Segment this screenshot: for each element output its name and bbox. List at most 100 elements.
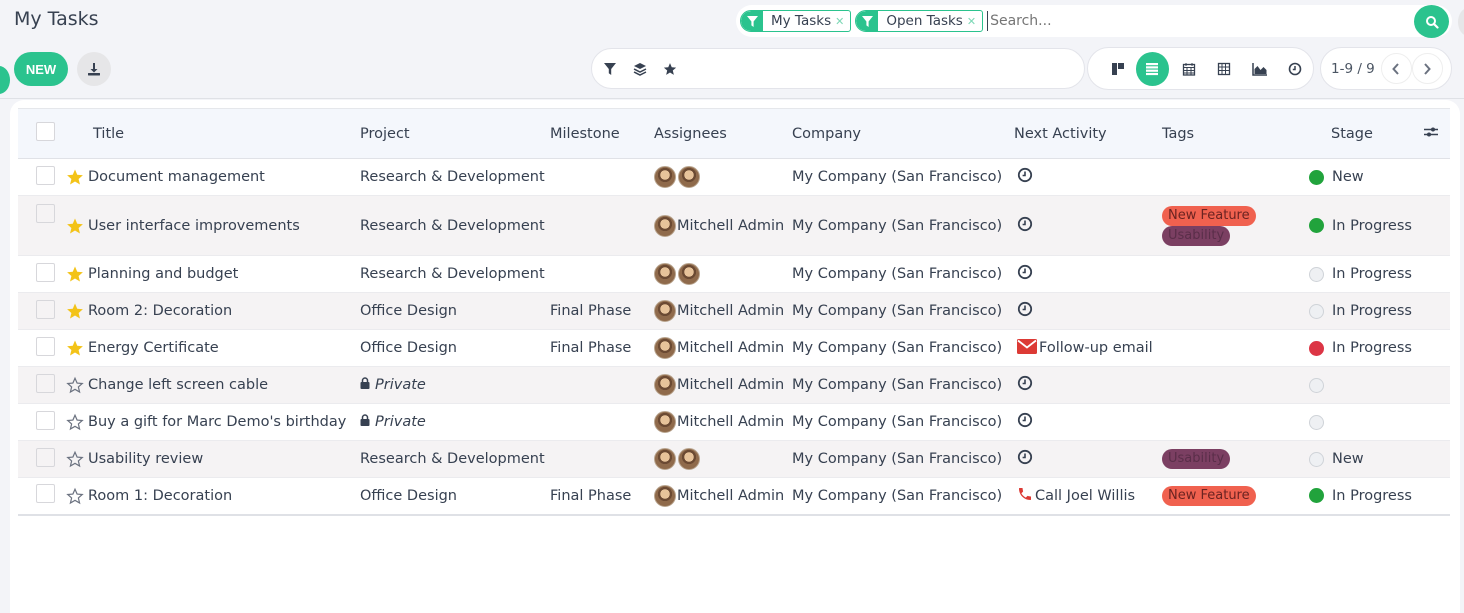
- row-checkbox[interactable]: [36, 165, 55, 185]
- row-checkbox[interactable]: [36, 262, 55, 282]
- group-by-layers-icon[interactable]: [632, 61, 648, 77]
- table-row[interactable]: Change left screen cable Private Mitchel…: [18, 366, 1450, 404]
- row-checkbox[interactable]: [36, 299, 55, 319]
- star-filled-icon[interactable]: [66, 265, 84, 283]
- next-activity-cell[interactable]: [1014, 366, 1162, 404]
- status-dot[interactable]: [1309, 266, 1324, 282]
- clock-icon[interactable]: [1017, 264, 1033, 284]
- star-filled-icon[interactable]: [66, 168, 84, 186]
- star-filled-icon[interactable]: [66, 302, 84, 320]
- next-activity-cell[interactable]: [1014, 403, 1162, 441]
- filter-icon[interactable]: [602, 61, 618, 77]
- status-dot[interactable]: [1309, 414, 1324, 430]
- envelope-icon[interactable]: [1017, 338, 1037, 358]
- table-row[interactable]: Room 1: Decoration Office Design Final P…: [18, 477, 1450, 516]
- assignees-cell[interactable]: Mitchell Admin: [654, 477, 792, 516]
- column-header-company[interactable]: Company: [792, 108, 1014, 159]
- facet-my-tasks[interactable]: My Tasks ✕: [740, 10, 852, 32]
- clock-icon[interactable]: [1017, 375, 1033, 395]
- column-header-stage[interactable]: Stage: [1308, 108, 1450, 159]
- table-row[interactable]: Room 2: Decoration Office Design Final P…: [18, 292, 1450, 330]
- table-row[interactable]: Usability review Research & Development …: [18, 440, 1450, 478]
- assignee-avatar[interactable]: [654, 374, 676, 396]
- assignee-avatar[interactable]: [654, 263, 676, 285]
- status-dot[interactable]: [1309, 218, 1324, 233]
- status-dot[interactable]: [1309, 340, 1324, 356]
- assignee-avatar[interactable]: [654, 214, 676, 237]
- pager-value[interactable]: 1-9 / 9: [1331, 61, 1375, 77]
- activity-view-button[interactable]: [1278, 51, 1314, 87]
- next-activity-cell[interactable]: Call Joel Willis: [1014, 477, 1162, 516]
- assignees-cell[interactable]: [654, 158, 792, 196]
- star-empty-icon[interactable]: [66, 413, 84, 431]
- status-dot[interactable]: [1309, 303, 1324, 319]
- pager-next-button[interactable]: [1411, 53, 1443, 84]
- table-row[interactable]: Document management Research & Developme…: [18, 158, 1450, 196]
- column-header-project[interactable]: Project: [360, 108, 550, 159]
- clock-icon[interactable]: [1017, 216, 1033, 236]
- clock-icon[interactable]: [1017, 412, 1033, 432]
- status-dot[interactable]: [1309, 488, 1324, 504]
- column-header-assignees[interactable]: Assignees: [654, 108, 792, 159]
- assignees-cell[interactable]: [654, 440, 792, 478]
- star-empty-icon[interactable]: [66, 487, 84, 505]
- status-dot[interactable]: [1309, 451, 1324, 467]
- remove-facet-icon[interactable]: ✕: [835, 11, 850, 31]
- assignee-avatar[interactable]: [654, 411, 676, 433]
- search-button[interactable]: [1414, 5, 1449, 38]
- next-activity-cell[interactable]: [1014, 255, 1162, 293]
- pager-previous-button[interactable]: [1380, 53, 1412, 84]
- facet-open-tasks[interactable]: Open Tasks ✕: [855, 10, 984, 32]
- clock-icon[interactable]: [1017, 167, 1033, 187]
- next-activity-cell[interactable]: [1014, 292, 1162, 330]
- pivot-view-button[interactable]: [1207, 51, 1243, 87]
- assignee-avatar[interactable]: [654, 300, 676, 322]
- favorites-star-icon[interactable]: [662, 61, 678, 77]
- assignees-cell[interactable]: Mitchell Admin: [654, 292, 792, 330]
- table-row[interactable]: Buy a gift for Marc Demo's birthday Priv…: [18, 403, 1450, 441]
- row-checkbox[interactable]: [36, 447, 55, 467]
- search-input[interactable]: [987, 11, 1388, 31]
- assignee-avatar[interactable]: [678, 448, 700, 470]
- kanban-view-button[interactable]: [1100, 51, 1136, 87]
- assignee-avatar[interactable]: [678, 166, 700, 188]
- next-activity-cell[interactable]: [1014, 440, 1162, 478]
- assignee-avatar[interactable]: [654, 337, 676, 359]
- download-button[interactable]: [77, 52, 111, 86]
- user-menu[interactable]: [1458, 8, 1464, 36]
- row-checkbox[interactable]: [36, 373, 55, 393]
- row-checkbox[interactable]: [36, 336, 55, 356]
- status-dot[interactable]: [1309, 169, 1324, 185]
- star-filled-icon[interactable]: [66, 339, 84, 357]
- select-all-checkbox[interactable]: [36, 122, 55, 141]
- table-row[interactable]: Energy Certificate Office Design Final P…: [18, 329, 1450, 367]
- next-activity-cell[interactable]: [1014, 195, 1162, 256]
- clock-icon[interactable]: [1017, 301, 1033, 321]
- star-empty-icon[interactable]: [66, 450, 84, 468]
- table-row[interactable]: Planning and budget Research & Developme…: [18, 255, 1450, 293]
- next-activity-cell[interactable]: [1014, 158, 1162, 196]
- assignees-cell[interactable]: Mitchell Admin: [654, 329, 792, 367]
- assignees-cell[interactable]: Mitchell Admin: [654, 366, 792, 404]
- assignees-cell[interactable]: Mitchell Admin: [654, 195, 792, 256]
- remove-facet-icon[interactable]: ✕: [967, 11, 982, 31]
- column-header-tags[interactable]: Tags: [1162, 108, 1308, 159]
- side-toggle[interactable]: [0, 66, 10, 94]
- assignees-cell[interactable]: Mitchell Admin: [654, 403, 792, 441]
- column-header-next-activity[interactable]: Next Activity: [1014, 108, 1162, 159]
- status-dot[interactable]: [1309, 377, 1324, 393]
- row-checkbox[interactable]: [36, 204, 55, 223]
- assignee-avatar[interactable]: [678, 263, 700, 285]
- next-activity-cell[interactable]: Follow-up email: [1014, 329, 1162, 367]
- calendar-view-button[interactable]: [1171, 51, 1207, 87]
- graph-view-button[interactable]: [1242, 51, 1278, 87]
- new-button[interactable]: NEW: [14, 52, 68, 86]
- phone-icon[interactable]: [1017, 486, 1033, 506]
- clock-icon[interactable]: [1017, 449, 1033, 469]
- star-filled-icon[interactable]: [66, 217, 84, 235]
- list-view-button[interactable]: [1135, 51, 1170, 86]
- assignee-avatar[interactable]: [654, 484, 676, 507]
- row-checkbox[interactable]: [36, 410, 55, 430]
- column-header-milestone[interactable]: Milestone: [550, 108, 654, 159]
- column-header-title[interactable]: Title: [64, 108, 360, 159]
